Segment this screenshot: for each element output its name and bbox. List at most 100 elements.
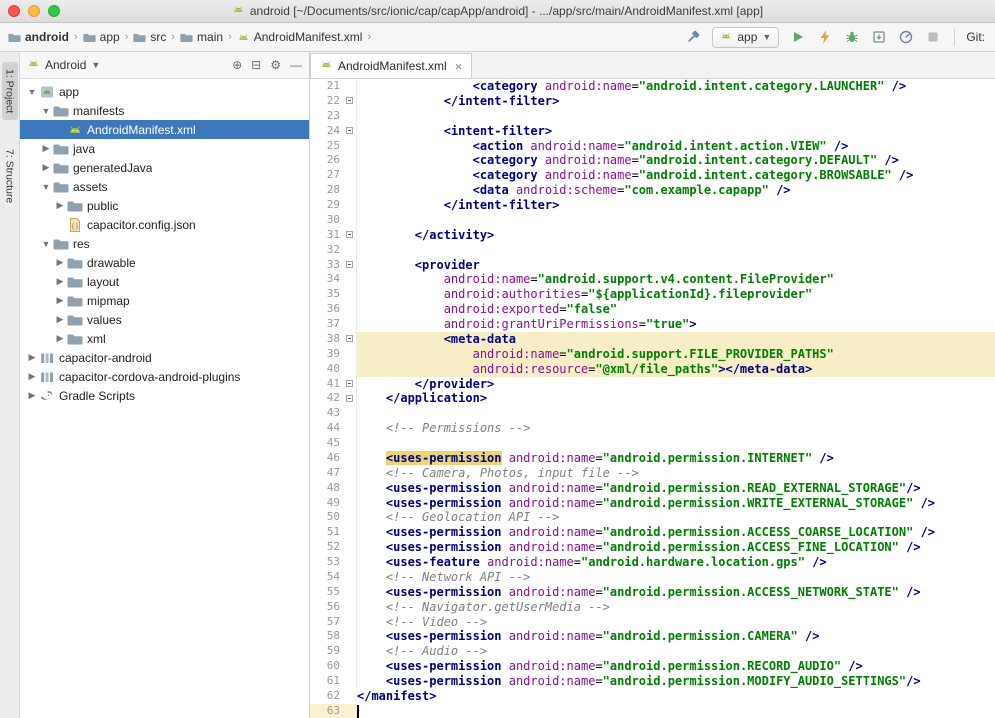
tree-item-gradle-scripts[interactable]: ▶Gradle Scripts <box>20 386 309 405</box>
tree-item-capacitor-android[interactable]: ▶capacitor-android <box>20 348 309 367</box>
tree-item-public[interactable]: ▶public <box>20 196 309 215</box>
fold-marker-icon[interactable] <box>346 261 353 268</box>
stop-button[interactable] <box>923 27 943 47</box>
code-line-42[interactable]: 42 </application> <box>310 391 995 406</box>
tree-item-capacitor-cordova-android-plugins[interactable]: ▶capacitor-cordova-android-plugins <box>20 367 309 386</box>
code-line-44[interactable]: 44 <!-- Permissions --> <box>310 421 995 436</box>
code-line-26[interactable]: 26 <category android:name="android.inten… <box>310 153 995 168</box>
tree-item-java[interactable]: ▶java <box>20 139 309 158</box>
code-editor[interactable]: 21 <category android:name="android.inten… <box>310 79 995 718</box>
tree-item-values[interactable]: ▶values <box>20 310 309 329</box>
breadcrumb-item-app[interactable]: app <box>81 28 122 46</box>
code-line-46[interactable]: 46 <uses-permission android:name="androi… <box>310 451 995 466</box>
code-line-53[interactable]: 53 <uses-feature android:name="android.h… <box>310 555 995 570</box>
code-line-39[interactable]: 39 android:name="android.support.FILE_PR… <box>310 347 995 362</box>
tool-button-structure[interactable]: 7: Structure <box>2 142 18 210</box>
code-line-43[interactable]: 43 <box>310 406 995 421</box>
code-line-25[interactable]: 25 <action android:name="android.intent.… <box>310 139 995 154</box>
profiler-button[interactable] <box>896 27 916 47</box>
code-line-47[interactable]: 47 <!-- Camera, Photos, input file --> <box>310 466 995 481</box>
chevron-down-icon[interactable]: ▼ <box>40 106 52 116</box>
fold-marker-icon[interactable] <box>346 380 353 387</box>
fold-marker-icon[interactable] <box>346 395 353 402</box>
tree-item-app[interactable]: ▼app <box>20 82 309 101</box>
code-line-21[interactable]: 21 <category android:name="android.inten… <box>310 79 995 94</box>
chevron-right-icon[interactable]: ▶ <box>54 314 66 325</box>
tool-button-project[interactable]: 1: Project <box>2 62 18 120</box>
code-line-36[interactable]: 36 android:exported="false" <box>310 302 995 317</box>
tree-item-generatedjava[interactable]: ▶generatedJava <box>20 158 309 177</box>
chevron-right-icon[interactable]: ▶ <box>40 143 52 154</box>
chevron-down-icon[interactable]: ▼ <box>26 87 38 97</box>
tree-item-layout[interactable]: ▶layout <box>20 272 309 291</box>
code-line-34[interactable]: 34 android:name="android.support.v4.cont… <box>310 272 995 287</box>
code-line-63[interactable]: 63 <box>310 704 995 718</box>
code-line-28[interactable]: 28 <data android:scheme="com.example.cap… <box>310 183 995 198</box>
code-line-52[interactable]: 52 <uses-permission android:name="androi… <box>310 540 995 555</box>
chevron-right-icon[interactable]: ▶ <box>54 257 66 268</box>
code-line-60[interactable]: 60 <uses-permission android:name="androi… <box>310 659 995 674</box>
fold-marker-icon[interactable] <box>346 127 353 134</box>
breadcrumb-item-main[interactable]: main <box>178 28 225 46</box>
tree-item-capacitor-config-json[interactable]: { }capacitor.config.json <box>20 215 309 234</box>
tree-item-drawable[interactable]: ▶drawable <box>20 253 309 272</box>
code-line-58[interactable]: 58 <uses-permission android:name="androi… <box>310 629 995 644</box>
fold-marker-icon[interactable] <box>346 97 353 104</box>
code-line-29[interactable]: 29 </intent-filter> <box>310 198 995 213</box>
code-line-45[interactable]: 45 <box>310 436 995 451</box>
code-line-49[interactable]: 49 <uses-permission android:name="androi… <box>310 496 995 511</box>
chevron-right-icon[interactable]: ▶ <box>26 390 38 401</box>
chevron-right-icon[interactable]: ▶ <box>26 371 38 382</box>
code-line-40[interactable]: 40 android:resource="@xml/file_paths"></… <box>310 362 995 377</box>
breadcrumb-item-src[interactable]: src <box>131 28 168 46</box>
chevron-down-icon[interactable]: ▼ <box>40 182 52 192</box>
locate-file-icon[interactable]: ⊕ <box>232 58 242 72</box>
chevron-right-icon[interactable]: ▶ <box>54 295 66 306</box>
project-view-selector[interactable]: Android ▼ <box>27 57 100 73</box>
code-line-48[interactable]: 48 <uses-permission android:name="androi… <box>310 481 995 496</box>
code-line-62[interactable]: 62</manifest> <box>310 689 995 704</box>
code-line-56[interactable]: 56 <!-- Navigator.getUserMedia --> <box>310 600 995 615</box>
run-config-selector[interactable]: app ▼ <box>712 27 779 48</box>
editor-tab-androidmanifest[interactable]: AndroidManifest.xml × <box>310 53 472 78</box>
code-line-59[interactable]: 59 <!-- Audio --> <box>310 644 995 659</box>
code-line-51[interactable]: 51 <uses-permission android:name="androi… <box>310 525 995 540</box>
code-line-57[interactable]: 57 <!-- Video --> <box>310 615 995 630</box>
code-line-23[interactable]: 23 <box>310 109 995 124</box>
code-line-31[interactable]: 31 </activity> <box>310 228 995 243</box>
code-line-41[interactable]: 41 </provider> <box>310 377 995 392</box>
chevron-right-icon[interactable]: ▶ <box>54 333 66 344</box>
tree-item-manifests[interactable]: ▼manifests <box>20 101 309 120</box>
chevron-right-icon[interactable]: ▶ <box>40 162 52 173</box>
code-line-54[interactable]: 54 <!-- Network API --> <box>310 570 995 585</box>
settings-icon[interactable]: ⚙ <box>270 58 281 72</box>
attach-debugger-button[interactable] <box>869 27 889 47</box>
code-line-32[interactable]: 32 <box>310 243 995 258</box>
minimize-window-button[interactable] <box>28 5 40 17</box>
tree-item-mipmap[interactable]: ▶mipmap <box>20 291 309 310</box>
chevron-right-icon[interactable]: ▶ <box>26 352 38 363</box>
close-window-button[interactable] <box>8 5 20 17</box>
code-line-35[interactable]: 35 android:authorities="${applicationId}… <box>310 287 995 302</box>
fold-marker-icon[interactable] <box>346 231 353 238</box>
git-label[interactable]: Git: <box>966 30 985 44</box>
code-line-38[interactable]: 38 <meta-data <box>310 332 995 347</box>
code-line-61[interactable]: 61 <uses-permission android:name="androi… <box>310 674 995 689</box>
apply-changes-button[interactable] <box>815 27 835 47</box>
code-line-27[interactable]: 27 <category android:name="android.inten… <box>310 168 995 183</box>
code-line-22[interactable]: 22 </intent-filter> <box>310 94 995 109</box>
chevron-right-icon[interactable]: ▶ <box>54 200 66 211</box>
chevron-right-icon[interactable]: ▶ <box>54 276 66 287</box>
zoom-window-button[interactable] <box>48 5 60 17</box>
tree-item-assets[interactable]: ▼assets <box>20 177 309 196</box>
breadcrumb-item-androidmanifest-xml[interactable]: AndroidManifest.xml <box>235 28 365 46</box>
tree-item-androidmanifest-xml[interactable]: AndroidManifest.xml <box>20 120 309 139</box>
code-line-33[interactable]: 33 <provider <box>310 258 995 273</box>
tree-item-res[interactable]: ▼res <box>20 234 309 253</box>
code-line-55[interactable]: 55 <uses-permission android:name="androi… <box>310 585 995 600</box>
tree-item-xml[interactable]: ▶xml <box>20 329 309 348</box>
chevron-down-icon[interactable]: ▼ <box>40 239 52 249</box>
code-line-50[interactable]: 50 <!-- Geolocation API --> <box>310 510 995 525</box>
fold-marker-icon[interactable] <box>346 335 353 342</box>
breadcrumb-item-android[interactable]: android <box>6 28 71 46</box>
